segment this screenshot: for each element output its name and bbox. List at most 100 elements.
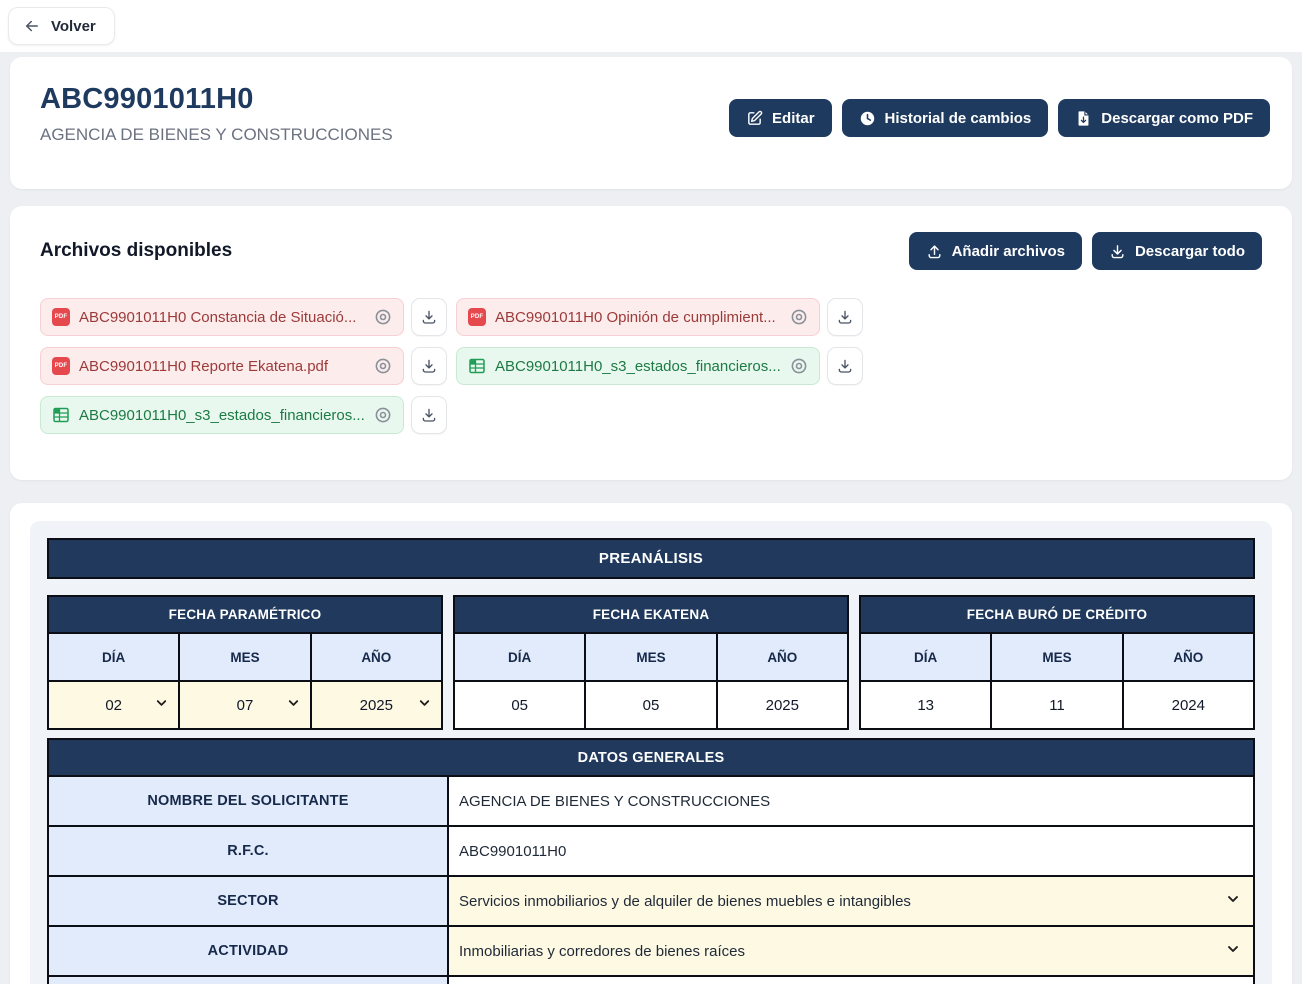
back-button-label: Volver xyxy=(51,18,96,35)
ano-value: 2024 xyxy=(1124,682,1253,728)
file-group: PDF ABC9901011H0 Constancia de Situació.… xyxy=(40,298,447,336)
row-value-nombre: AGENCIA DE BIENES Y CONSTRUCCIONES xyxy=(449,777,1253,825)
file-download-button[interactable] xyxy=(411,347,447,385)
col-header-dia: DÍA xyxy=(455,634,586,680)
file-chip-pdf[interactable]: PDF ABC9901011H0 Reporte Ekatena.pdf xyxy=(40,347,404,385)
edit-button[interactable]: Editar xyxy=(729,99,832,137)
clock-icon xyxy=(859,110,876,127)
eye-icon[interactable] xyxy=(790,357,808,375)
page-subtitle: AGENCIA DE BIENES Y CONSTRUCCIONES xyxy=(40,125,393,145)
fecha-buro-table: FECHA BURÓ DE CRÉDITO DÍA MES AÑO 13 11 … xyxy=(859,595,1255,730)
file-list: PDF ABC9901011H0 Constancia de Situació.… xyxy=(40,298,1262,434)
pdf-file-icon: PDF xyxy=(52,308,70,326)
mes-value: 11 xyxy=(992,682,1123,728)
file-download-button[interactable] xyxy=(411,298,447,336)
mes-value: 07 xyxy=(237,697,254,714)
chevron-down-icon xyxy=(417,696,432,715)
col-header-ano: AÑO xyxy=(1124,634,1253,680)
table-row: R.F.C. ABC9901011H0 xyxy=(49,827,1253,877)
file-name: ABC9901011H0 Constancia de Situació... xyxy=(79,309,365,326)
row-label-actividad: ACTIVIDAD xyxy=(49,927,449,975)
back-button[interactable]: Volver xyxy=(8,7,115,45)
file-name: ABC9901011H0 Reporte Ekatena.pdf xyxy=(79,358,365,375)
ano-value: 2025 xyxy=(360,697,393,714)
sector-select[interactable]: Servicios inmobiliarios y de alquiler de… xyxy=(449,877,1253,925)
table-row: NOMBRE DEL SOLICITANTE AGENCIA DE BIENES… xyxy=(49,777,1253,827)
row-label-rfc: R.F.C. xyxy=(49,827,449,875)
row-value-numero-actividad: 53121 xyxy=(449,977,1253,984)
file-download-icon xyxy=(1075,110,1092,127)
table-row: NÚMERO DE ACTIVIDAD 53121 xyxy=(49,977,1253,984)
row-label-nombre: NOMBRE DEL SOLICITANTE xyxy=(49,777,449,825)
col-header-mes: MES xyxy=(180,634,311,680)
pdf-file-icon: PDF xyxy=(468,308,486,326)
file-chip-excel[interactable]: ABC9901011H0_s3_estados_financieros... xyxy=(40,396,404,434)
files-section-title: Archivos disponibles xyxy=(40,240,232,262)
col-header-dia: DÍA xyxy=(49,634,180,680)
page-title: ABC9901011H0 xyxy=(40,83,393,116)
fecha-buro-title: FECHA BURÓ DE CRÉDITO xyxy=(861,597,1253,634)
file-download-button[interactable] xyxy=(411,396,447,434)
actividad-select[interactable]: Inmobiliarias y corredores de bienes raí… xyxy=(449,927,1253,975)
sector-value: Servicios inmobiliarios y de alquiler de… xyxy=(459,893,911,910)
table-row: SECTOR Servicios inmobiliarios y de alqu… xyxy=(49,877,1253,927)
chevron-down-icon xyxy=(154,696,169,715)
edit-button-label: Editar xyxy=(772,110,815,127)
history-button-label: Historial de cambios xyxy=(885,110,1032,127)
download-icon xyxy=(420,308,438,326)
mes-select[interactable]: 07 xyxy=(180,682,311,728)
file-group: PDF ABC9901011H0 Reporte Ekatena.pdf xyxy=(40,347,447,385)
dia-value: 13 xyxy=(861,682,992,728)
download-icon xyxy=(420,357,438,375)
add-files-button-label: Añadir archivos xyxy=(952,243,1065,260)
datos-generales-title: DATOS GENERALES xyxy=(49,740,1253,777)
file-name: ABC9901011H0_s3_estados_financieros... xyxy=(495,358,781,375)
row-label-sector: SECTOR xyxy=(49,877,449,925)
fecha-ekatena-table: FECHA EKATENA DÍA MES AÑO 05 05 2025 xyxy=(453,595,849,730)
preanalysis-title-bar: PREANÁLISIS xyxy=(47,538,1255,579)
download-icon xyxy=(1109,243,1126,260)
download-icon xyxy=(836,357,854,375)
pencil-icon xyxy=(746,110,763,127)
dia-value: 02 xyxy=(105,697,122,714)
add-files-button[interactable]: Añadir archivos xyxy=(909,232,1082,270)
file-chip-pdf[interactable]: PDF ABC9901011H0 Constancia de Situació.… xyxy=(40,298,404,336)
files-card: Archivos disponibles Añadir archivos Des… xyxy=(10,206,1292,480)
eye-icon[interactable] xyxy=(374,357,392,375)
file-chip-excel[interactable]: ABC9901011H0_s3_estados_financieros... xyxy=(456,347,820,385)
file-chip-pdf[interactable]: PDF ABC9901011H0 Opinión de cumplimient.… xyxy=(456,298,820,336)
mes-value: 05 xyxy=(586,682,717,728)
fecha-ekatena-title: FECHA EKATENA xyxy=(455,597,847,634)
arrow-left-icon xyxy=(23,17,41,35)
file-group: ABC9901011H0_s3_estados_financieros... xyxy=(40,396,447,434)
download-all-button-label: Descargar todo xyxy=(1135,243,1245,260)
dia-select[interactable]: 02 xyxy=(49,682,180,728)
download-icon xyxy=(836,308,854,326)
col-header-dia: DÍA xyxy=(861,634,992,680)
upload-icon xyxy=(926,243,943,260)
ano-select[interactable]: 2025 xyxy=(312,682,441,728)
chevron-down-icon xyxy=(1225,891,1241,911)
file-group: PDF ABC9901011H0 Opinión de cumplimient.… xyxy=(456,298,863,336)
download-pdf-button[interactable]: Descargar como PDF xyxy=(1058,99,1270,137)
fecha-parametrico-table: FECHA PARAMÉTRICO DÍA MES AÑO 02 07 xyxy=(47,595,443,730)
company-header-card: ABC9901011H0 AGENCIA DE BIENES Y CONSTRU… xyxy=(10,57,1292,189)
file-name: ABC9901011H0 Opinión de cumplimient... xyxy=(495,309,781,326)
preanalysis-title: PREANÁLISIS xyxy=(599,550,703,567)
excel-file-icon xyxy=(468,357,486,375)
fecha-parametrico-title: FECHA PARAMÉTRICO xyxy=(49,597,441,634)
row-label-numero-actividad: NÚMERO DE ACTIVIDAD xyxy=(49,977,449,984)
download-all-button[interactable]: Descargar todo xyxy=(1092,232,1262,270)
eye-icon[interactable] xyxy=(790,308,808,326)
col-header-ano: AÑO xyxy=(718,634,847,680)
eye-icon[interactable] xyxy=(374,406,392,424)
eye-icon[interactable] xyxy=(374,308,392,326)
preanalysis-card: PREANÁLISIS FECHA PARAMÉTRICO DÍA MES AÑ… xyxy=(10,503,1292,984)
excel-file-icon xyxy=(52,406,70,424)
file-download-button[interactable] xyxy=(827,298,863,336)
dia-value: 05 xyxy=(455,682,586,728)
history-button[interactable]: Historial de cambios xyxy=(842,99,1049,137)
download-icon xyxy=(420,406,438,424)
file-download-button[interactable] xyxy=(827,347,863,385)
file-group: ABC9901011H0_s3_estados_financieros... xyxy=(456,347,863,385)
